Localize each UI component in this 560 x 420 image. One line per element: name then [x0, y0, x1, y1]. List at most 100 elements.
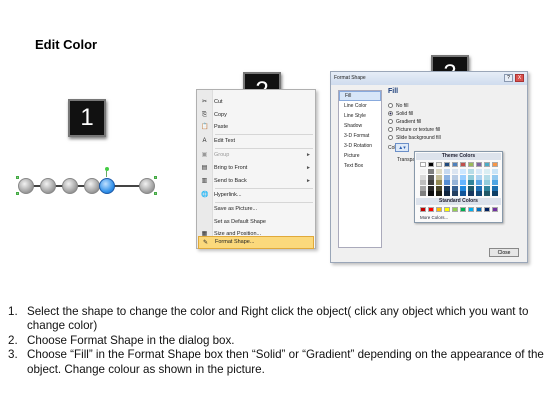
color-swatch[interactable] — [460, 169, 466, 174]
color-swatch[interactable] — [468, 162, 474, 167]
color-swatch[interactable] — [420, 180, 426, 185]
color-swatch[interactable] — [444, 162, 450, 167]
color-swatch[interactable] — [492, 169, 498, 174]
color-swatch[interactable] — [468, 185, 474, 191]
category-3d-format[interactable]: 3-D Format — [339, 131, 381, 141]
standard-color-swatch[interactable] — [420, 207, 426, 212]
color-swatch[interactable] — [492, 174, 498, 180]
color-swatch[interactable] — [476, 162, 482, 167]
color-swatch[interactable] — [452, 162, 458, 167]
category-shadow[interactable]: Shadow — [339, 121, 381, 131]
color-swatch[interactable] — [444, 185, 450, 191]
color-swatch[interactable] — [436, 169, 442, 174]
standard-color-swatch[interactable] — [484, 207, 490, 212]
color-swatch[interactable] — [460, 191, 466, 196]
color-swatch[interactable] — [428, 191, 434, 196]
standard-color-swatch[interactable] — [428, 207, 434, 212]
color-swatch[interactable] — [428, 169, 434, 174]
more-colors-link[interactable]: More Colors... — [420, 215, 448, 220]
color-swatch[interactable] — [452, 191, 458, 196]
color-swatch[interactable] — [444, 174, 450, 180]
color-swatch[interactable] — [460, 174, 466, 180]
color-swatch[interactable] — [444, 180, 450, 185]
color-swatch[interactable] — [428, 162, 434, 167]
menu-item-save-as-picture[interactable]: Save as Picture... — [198, 203, 314, 216]
menu-item-send-to-back[interactable]: ▥ Send to Back ► — [198, 175, 314, 188]
color-swatch[interactable] — [444, 191, 450, 196]
menu-item-paste[interactable]: 📋 Paste — [198, 121, 314, 134]
standard-color-swatch[interactable] — [452, 207, 458, 212]
color-swatch[interactable] — [460, 162, 466, 167]
color-swatch[interactable] — [420, 174, 426, 180]
category-line-color[interactable]: Line Color — [339, 101, 381, 111]
color-swatch[interactable] — [476, 174, 482, 180]
category-picture[interactable]: Picture — [339, 151, 381, 161]
menu-item-edit-text[interactable]: A Edit Text — [198, 135, 314, 148]
menu-item-bring-to-front[interactable]: ▤ Bring to Front ► — [198, 162, 314, 175]
shape-circle[interactable] — [139, 178, 155, 194]
color-swatch[interactable] — [444, 169, 450, 174]
color-swatch[interactable] — [436, 162, 442, 167]
close-icon[interactable]: X — [515, 74, 524, 82]
color-swatch[interactable] — [428, 185, 434, 191]
shape-circle[interactable] — [84, 178, 100, 194]
color-swatch[interactable] — [492, 185, 498, 191]
category-fill[interactable]: Fill — [339, 91, 381, 101]
color-swatch[interactable] — [436, 174, 442, 180]
resize-handle[interactable] — [154, 176, 157, 179]
color-swatch[interactable] — [492, 180, 498, 185]
help-button[interactable]: ? — [504, 74, 513, 82]
color-swatch[interactable] — [468, 180, 474, 185]
color-swatch[interactable] — [452, 180, 458, 185]
color-swatch[interactable] — [484, 174, 490, 180]
standard-color-swatch[interactable] — [468, 207, 474, 212]
color-swatch[interactable] — [484, 169, 490, 174]
color-swatch[interactable] — [484, 191, 490, 196]
menu-item-cut[interactable]: ✂ Cut — [198, 96, 314, 109]
rotation-handle[interactable] — [105, 167, 109, 171]
color-swatch[interactable] — [436, 180, 442, 185]
color-swatch[interactable] — [460, 185, 466, 191]
category-line-style[interactable]: Line Style — [339, 111, 381, 121]
slide-background-fill-radio[interactable]: Slide background fill — [388, 135, 441, 141]
gradient-fill-radio[interactable]: Gradient fill — [388, 119, 421, 125]
color-swatch[interactable] — [420, 169, 426, 174]
color-swatch[interactable] — [428, 174, 434, 180]
color-swatch[interactable] — [476, 169, 482, 174]
color-swatch[interactable] — [436, 191, 442, 196]
resize-handle[interactable] — [16, 176, 19, 179]
color-swatch[interactable] — [476, 180, 482, 185]
shape-circle[interactable] — [18, 178, 34, 194]
color-swatch[interactable] — [484, 162, 490, 167]
menu-item-group[interactable]: ▣ Group ► — [198, 149, 314, 162]
no-fill-radio[interactable]: No fill — [388, 103, 409, 109]
resize-handle[interactable] — [16, 192, 19, 195]
color-swatch[interactable] — [476, 185, 482, 191]
menu-item-hyperlink[interactable]: 🌐 Hyperlink... — [198, 189, 314, 202]
solid-fill-radio[interactable]: Solid fill — [388, 111, 413, 117]
color-swatch[interactable] — [468, 169, 474, 174]
selected-shape-circle[interactable] — [99, 178, 115, 194]
standard-color-swatch[interactable] — [460, 207, 466, 212]
shape-circle[interactable] — [62, 178, 78, 194]
category-text-box[interactable]: Text Box — [339, 161, 381, 171]
standard-color-swatch[interactable] — [476, 207, 482, 212]
shape-chain[interactable] — [16, 167, 158, 196]
color-swatch[interactable] — [468, 174, 474, 180]
resize-handle[interactable] — [154, 192, 157, 195]
color-swatch[interactable] — [468, 191, 474, 196]
color-swatch[interactable] — [484, 185, 490, 191]
color-swatch[interactable] — [420, 185, 426, 191]
color-swatch[interactable] — [452, 185, 458, 191]
dialog-close-button[interactable]: Close — [489, 248, 519, 257]
color-swatch[interactable] — [484, 180, 490, 185]
standard-color-swatch[interactable] — [492, 207, 498, 212]
color-swatch[interactable] — [452, 169, 458, 174]
shape-circle[interactable] — [40, 178, 56, 194]
category-3d-rotation[interactable]: 3-D Rotation — [339, 141, 381, 151]
color-swatch[interactable] — [476, 191, 482, 196]
color-swatch[interactable] — [420, 162, 426, 167]
color-swatch[interactable] — [452, 174, 458, 180]
color-swatch[interactable] — [428, 180, 434, 185]
menu-item-format-shape[interactable]: ✎ Format Shape... — [198, 236, 314, 249]
